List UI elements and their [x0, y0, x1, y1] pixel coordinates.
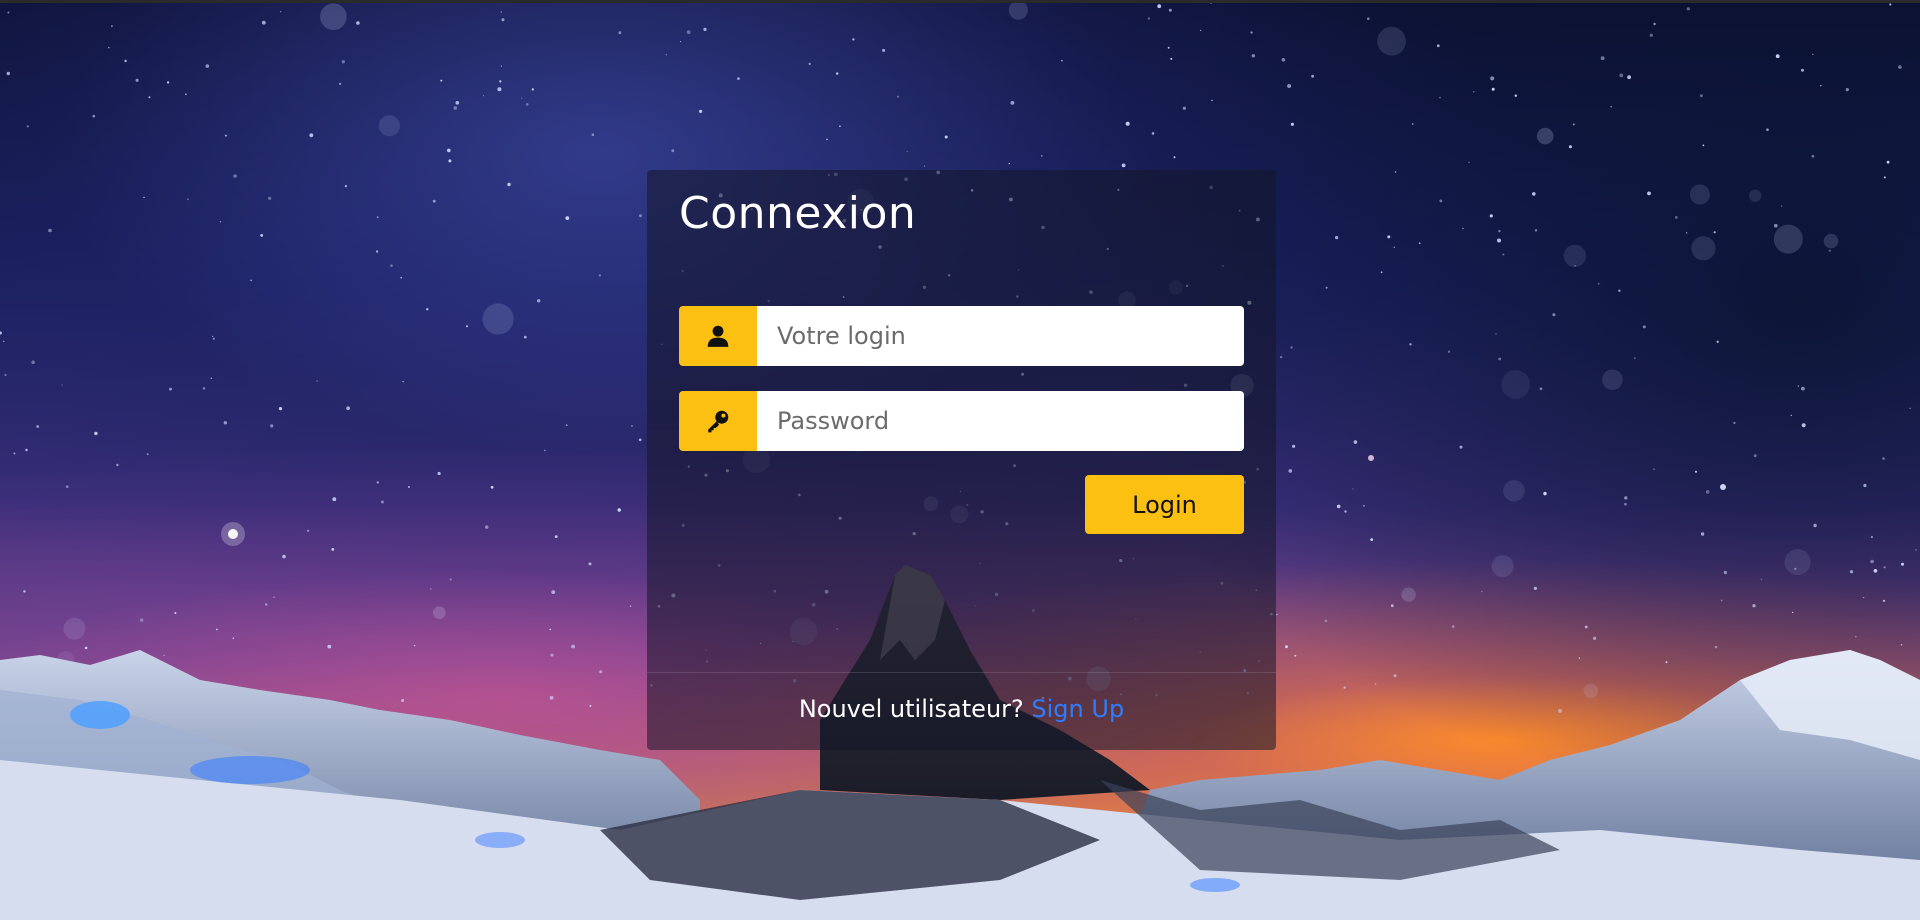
- footer-divider: [647, 672, 1276, 673]
- signup-link[interactable]: Sign Up: [1031, 695, 1124, 723]
- user-icon: [679, 306, 757, 366]
- login-button[interactable]: Login: [1085, 475, 1244, 534]
- password-input[interactable]: [757, 391, 1244, 451]
- key-icon: [679, 391, 757, 451]
- signup-prompt: Nouvel utilisateur? Sign Up: [647, 695, 1276, 723]
- user-icon-svg: [707, 325, 729, 347]
- signup-question: Nouvel utilisateur?: [798, 695, 1024, 723]
- panel-title: Connexion: [679, 188, 917, 239]
- window-top-border: [0, 0, 1920, 3]
- password-input-group: [679, 391, 1244, 451]
- login-input[interactable]: [757, 306, 1244, 366]
- login-input-group: [679, 306, 1244, 366]
- key-icon-svg: [708, 410, 729, 433]
- login-panel: Connexion Login Nouvel utilisateur? Sign…: [647, 170, 1276, 750]
